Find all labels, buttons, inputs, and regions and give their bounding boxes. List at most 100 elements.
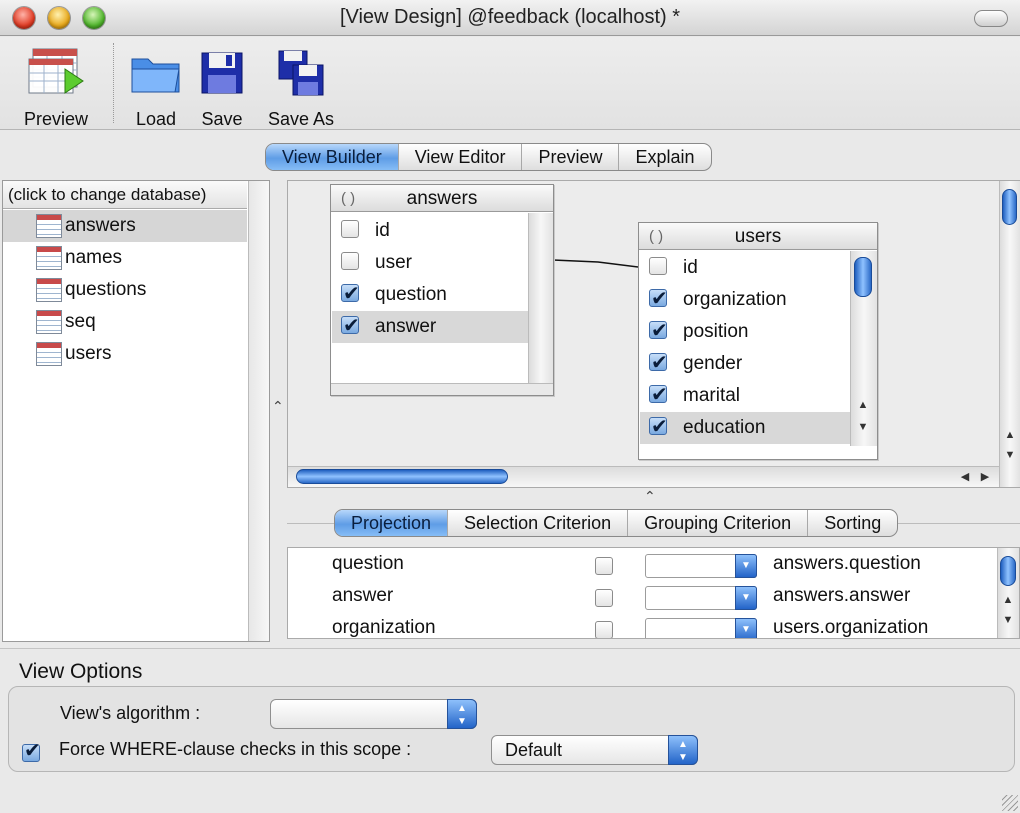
load-label: Load [135,109,177,129]
tab-selection-criterion[interactable]: Selection Criterion [447,510,627,536]
field-row[interactable]: organization [640,283,850,316]
users-table-box[interactable]: ( ) users id organization position gende… [638,222,878,460]
canvas-hscroll-thumb[interactable] [296,469,508,484]
table-item-seq[interactable]: seq [3,306,247,338]
table-options-icon[interactable]: ( ) [649,223,663,251]
minimize-window-button[interactable] [48,7,70,29]
field-checkbox[interactable] [341,310,360,342]
scroll-up-icon[interactable]: ▲ [856,399,870,411]
table-item-users[interactable]: users [3,338,247,370]
updown-arrows-icon[interactable]: ▲ ▼ [668,735,698,765]
save-as-button[interactable]: Save As [265,45,337,130]
projection-row[interactable]: question ▼ answers.question [288,549,998,581]
design-canvas[interactable]: ( ) answers id user question answer ( ) … [287,180,1020,488]
field-row[interactable]: question [332,278,528,311]
algorithm-popup[interactable]: ▲ ▼ [270,699,477,729]
save-button[interactable]: Save [198,45,246,130]
load-button[interactable]: Load [128,45,184,130]
field-row[interactable]: user [332,247,528,279]
answers-table-box[interactable]: ( ) answers id user question answer [330,184,554,396]
table-options-icon[interactable]: ( ) [341,185,355,213]
projection-scrollbar[interactable]: ▲ ▼ [997,548,1019,638]
save-as-icon [278,50,324,96]
toolbar-toggle-button[interactable] [974,10,1008,27]
force-where-label: Force WHERE-clause checks in this scope … [59,739,412,759]
scroll-left-icon[interactable]: ◀ [958,470,972,483]
field-checkbox[interactable] [341,278,360,310]
force-where-checkbox[interactable] [22,738,41,763]
projection-checkbox[interactable] [595,589,613,607]
chevron-down-icon[interactable]: ▼ [735,618,757,638]
field-checkbox[interactable] [341,219,359,238]
tab-preview[interactable]: Preview [521,144,618,170]
scroll-up-icon[interactable]: ▲ [1001,594,1015,606]
database-scrollbar[interactable] [248,181,269,641]
main-tabs: View Builder View Editor Preview Explain [265,143,712,171]
zoom-window-button[interactable] [83,7,105,29]
criteria-tabs: Projection Selection Criterion Grouping … [334,509,899,537]
table-item-names[interactable]: names [3,242,247,274]
users-table-header[interactable]: ( ) users [639,223,877,250]
resize-grip-icon[interactable] [1002,795,1018,811]
field-checkbox[interactable] [649,411,668,443]
field-checkbox[interactable] [649,347,668,379]
preview-button[interactable]: Preview [18,45,94,130]
field-row[interactable]: gender [640,347,850,380]
tab-grouping-criterion[interactable]: Grouping Criterion [627,510,807,536]
close-window-button[interactable] [13,7,35,29]
table-icon [36,341,62,366]
projection-checkbox[interactable] [595,621,613,638]
scroll-up-icon[interactable]: ▲ [1003,429,1017,441]
scroll-down-icon[interactable]: ▼ [1003,449,1017,461]
projection-combo[interactable]: ▼ [645,618,757,638]
projection-combo[interactable]: ▼ [645,554,757,578]
projection-row[interactable]: answer ▼ answers.answer [288,581,998,613]
field-row[interactable]: education [640,411,850,444]
chevron-down-icon[interactable]: ▼ [735,586,757,610]
projection-checkbox[interactable] [595,557,613,575]
database-tables-pane: (click to change database) answers names… [2,180,270,642]
force-where-popup[interactable]: Default ▲ ▼ [491,735,698,765]
scroll-down-icon[interactable]: ▼ [856,421,870,433]
tab-explain[interactable]: Explain [618,144,710,170]
answers-table-scrollbar[interactable] [528,213,553,383]
tab-sorting[interactable]: Sorting [807,510,897,536]
field-row[interactable]: position [640,315,850,348]
tab-view-builder[interactable]: View Builder [266,144,398,170]
field-checkbox[interactable] [649,283,668,315]
field-row[interactable]: id [332,215,528,247]
answers-table-header[interactable]: ( ) answers [331,185,553,212]
table-icon [36,309,62,334]
database-header[interactable]: (click to change database) [3,181,247,209]
scroll-right-icon[interactable]: ▶ [978,470,992,483]
tab-view-editor[interactable]: View Editor [397,144,522,170]
field-checkbox[interactable] [341,251,359,270]
projection-combo[interactable]: ▼ [645,586,757,610]
table-item-questions[interactable]: questions [3,274,247,306]
field-checkbox[interactable] [649,379,668,411]
chevron-down-icon[interactable]: ▼ [735,554,757,578]
tab-projection[interactable]: Projection [335,510,448,536]
field-row[interactable]: answer [332,310,528,343]
users-scroll-thumb[interactable] [854,257,872,297]
canvas-vertical-scrollbar[interactable]: ▲ ▼ [999,181,1020,487]
preview-label: Preview [23,109,89,129]
section-divider [0,648,1020,649]
splitter-handle-icon[interactable]: ⌃ [644,488,656,505]
splitter-handle-icon[interactable]: ⌃ [272,398,284,415]
users-table-scrollbar[interactable]: ▲ ▼ [850,251,877,446]
view-options-title: View Options [19,660,143,683]
projection-scroll-thumb[interactable] [1000,556,1016,586]
table-item-answers[interactable]: answers [3,210,247,242]
updown-arrows-icon[interactable]: ▲ ▼ [447,699,477,729]
scroll-down-icon[interactable]: ▼ [1001,614,1015,626]
preview-icon [28,48,84,94]
canvas-vscroll-thumb[interactable] [1002,189,1017,225]
answers-table-footer [331,383,553,395]
field-checkbox[interactable] [649,256,667,275]
projection-row[interactable]: organization ▼ users.organization [288,613,998,638]
canvas-horizontal-scrollbar[interactable]: ◀ ▶ [288,466,999,487]
field-row[interactable]: id [640,252,850,284]
field-checkbox[interactable] [649,315,668,347]
field-row[interactable]: marital [640,379,850,412]
